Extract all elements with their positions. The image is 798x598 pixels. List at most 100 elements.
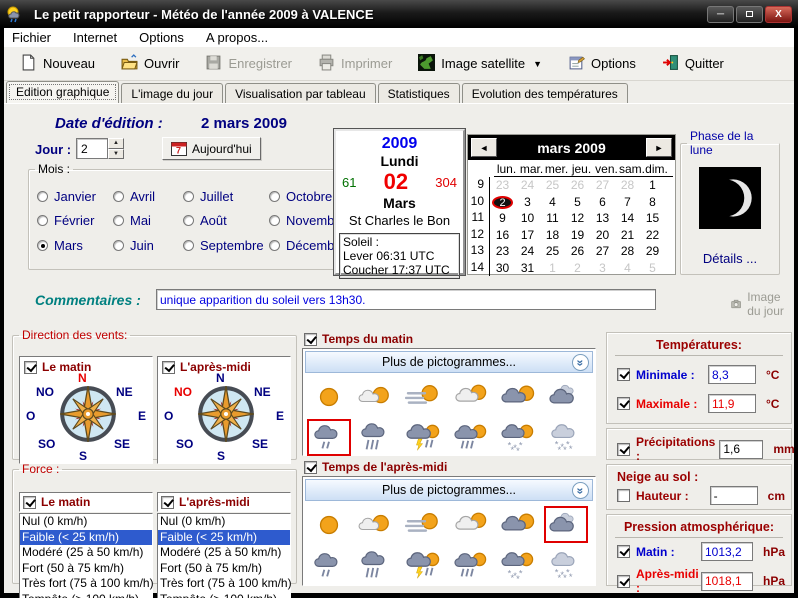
picto-fog-sun[interactable] bbox=[402, 378, 446, 415]
checkbox-icon[interactable] bbox=[161, 495, 174, 509]
calendar-next-button[interactable]: ► bbox=[646, 138, 672, 157]
picto-heavy-rain[interactable] bbox=[354, 419, 398, 456]
calendar-day[interactable]: 25 bbox=[540, 178, 565, 192]
picto-sun-small-cloud[interactable] bbox=[354, 378, 398, 415]
force-option[interactable]: Tempête (> 100 km/h) bbox=[158, 592, 290, 598]
picto-cloud-sun[interactable] bbox=[449, 378, 493, 415]
calendar-day[interactable]: 25 bbox=[540, 244, 565, 258]
picto-snow-sun[interactable]: * * * * * bbox=[496, 419, 540, 456]
checkbox-icon[interactable] bbox=[23, 495, 36, 509]
plus-pictogrammes-label[interactable]: Plus de pictogrammes... bbox=[306, 355, 592, 369]
precipitations-input[interactable] bbox=[719, 439, 764, 459]
maximize-button[interactable] bbox=[736, 5, 763, 23]
direction-e-matin[interactable]: E bbox=[138, 409, 146, 423]
radio-icon[interactable] bbox=[113, 215, 124, 227]
menu-internet[interactable]: Internet bbox=[73, 30, 117, 45]
direction-se-apresmidi[interactable]: SE bbox=[252, 437, 268, 451]
force-option[interactable]: Nul (0 km/h) bbox=[158, 514, 290, 530]
pression-matin-checkbox[interactable] bbox=[617, 545, 630, 558]
calendar-day[interactable]: 21 bbox=[615, 228, 640, 242]
mois-radio-1[interactable]: Février bbox=[37, 209, 113, 234]
maximale-input[interactable] bbox=[708, 394, 756, 413]
precipitations-checkbox[interactable] bbox=[617, 442, 630, 456]
tab-edition-graphique[interactable]: Edition graphique bbox=[6, 81, 120, 103]
direction-so-matin[interactable]: SO bbox=[38, 437, 55, 451]
radio-icon[interactable] bbox=[183, 215, 194, 227]
calendar-day[interactable]: 28 bbox=[615, 178, 640, 192]
mois-radio-6[interactable]: Juillet bbox=[183, 184, 269, 209]
calendar-day[interactable]: 15 bbox=[640, 211, 665, 225]
plus-pictogrammes-label-2[interactable]: Plus de pictogrammes... bbox=[306, 483, 592, 497]
radio-icon[interactable] bbox=[269, 215, 280, 227]
menu-options[interactable]: Options bbox=[139, 30, 184, 45]
moon-details-link[interactable]: Détails ... bbox=[681, 251, 779, 266]
calendar-day[interactable]: 29 bbox=[640, 244, 665, 258]
force-option[interactable]: Très fort (75 à 100 km/h) bbox=[158, 576, 292, 592]
calendar-day[interactable]: 28 bbox=[615, 244, 640, 258]
calendar-day[interactable]: 23 bbox=[490, 178, 515, 192]
hauteur-input[interactable] bbox=[709, 486, 758, 505]
calendar-day[interactable]: 1 bbox=[640, 178, 665, 192]
picto-rain-sun[interactable] bbox=[449, 547, 493, 584]
calendar-day[interactable]: 9 bbox=[490, 211, 515, 225]
mois-radio-2[interactable]: Mars bbox=[37, 233, 113, 258]
calendar-day[interactable]: 31 bbox=[515, 261, 540, 275]
toolbar-ouvrir-button[interactable]: Ouvrir bbox=[121, 53, 179, 74]
tab-visualisation-par-tableau[interactable]: Visualisation par tableau bbox=[225, 83, 376, 103]
direction-s-apresmidi[interactable]: S bbox=[217, 449, 225, 463]
force-option[interactable]: Modéré (25 à 50 km/h) bbox=[158, 545, 290, 561]
calendar-day[interactable]: 22 bbox=[640, 228, 665, 242]
radio-icon[interactable] bbox=[113, 240, 124, 252]
direction-ne-apresmidi[interactable]: NE bbox=[254, 385, 271, 399]
checkbox-icon[interactable] bbox=[162, 360, 175, 374]
chevron-down-icon-2[interactable]: » bbox=[572, 482, 589, 499]
mois-radio-5[interactable]: Juin bbox=[113, 233, 183, 258]
radio-icon[interactable] bbox=[37, 240, 48, 252]
tab-image-du-jour[interactable]: L'image du jour bbox=[121, 83, 224, 103]
picto-snow[interactable]: * * * * * * bbox=[544, 547, 588, 584]
mois-radio-7[interactable]: Août bbox=[183, 209, 269, 234]
menu-fichier[interactable]: Fichier bbox=[12, 30, 51, 45]
picto-rain-sun[interactable] bbox=[449, 419, 493, 456]
calendar-day[interactable]: 20 bbox=[590, 228, 615, 242]
minimale-checkbox[interactable] bbox=[617, 368, 630, 381]
radio-icon[interactable] bbox=[37, 215, 48, 227]
calendar-day[interactable]: 10 bbox=[515, 211, 540, 225]
mois-radio-4[interactable]: Mai bbox=[113, 209, 183, 234]
chevron-down-icon[interactable]: » bbox=[572, 354, 589, 371]
calendar-day[interactable]: 7 bbox=[615, 195, 640, 209]
calendar-day[interactable]: 6 bbox=[590, 195, 615, 209]
calendar-day[interactable]: 19 bbox=[565, 228, 590, 242]
dropdown-arrow-icon[interactable]: ▼ bbox=[533, 59, 542, 69]
calendar-day[interactable]: 27 bbox=[590, 244, 615, 258]
direction-no-apresmidi[interactable]: NO bbox=[174, 385, 192, 399]
force-option[interactable]: Modéré (25 à 50 km/h) bbox=[20, 545, 152, 561]
calendar-day[interactable]: 14 bbox=[615, 211, 640, 225]
toolbar-image-satellite-button[interactable]: Image satellite ▼ bbox=[418, 53, 542, 74]
picto-cloud-sun[interactable] bbox=[449, 506, 493, 543]
calendar-day[interactable]: 5 bbox=[640, 261, 665, 275]
pression-matin-input[interactable] bbox=[700, 542, 753, 561]
calendar-prev-button[interactable]: ◄ bbox=[471, 138, 497, 157]
picto-fog-sun[interactable] bbox=[402, 506, 446, 543]
picto-dark-cloud[interactable] bbox=[544, 378, 588, 415]
pression-apres-midi-input[interactable] bbox=[700, 571, 753, 591]
calendar-day[interactable]: 16 bbox=[490, 228, 515, 242]
picto-sun[interactable] bbox=[307, 506, 351, 543]
jour-spin-down-icon[interactable]: ▼ bbox=[108, 148, 124, 159]
picto-dark-cloud[interactable] bbox=[543, 506, 588, 543]
calendar-day[interactable]: 24 bbox=[515, 244, 540, 258]
tab-statistiques[interactable]: Statistiques bbox=[377, 83, 460, 103]
picto-dark-cloud-sun[interactable] bbox=[496, 378, 540, 415]
force-option[interactable]: Fort (50 à 75 km/h) bbox=[158, 561, 290, 577]
commentaires-input[interactable] bbox=[156, 289, 656, 310]
hauteur-checkbox[interactable] bbox=[617, 489, 630, 502]
direction-no-matin[interactable]: NO bbox=[36, 385, 54, 399]
picto-thunderstorm[interactable] bbox=[402, 547, 446, 584]
calendar-day[interactable]: 26 bbox=[565, 178, 590, 192]
picto-light-rain[interactable] bbox=[307, 419, 351, 456]
picto-snow[interactable]: * * * * * * bbox=[544, 419, 588, 456]
direction-o-matin[interactable]: O bbox=[26, 409, 35, 423]
vents-apresmidi-checkbox[interactable]: L'après-midi bbox=[162, 360, 251, 374]
maximale-checkbox[interactable] bbox=[617, 397, 630, 410]
